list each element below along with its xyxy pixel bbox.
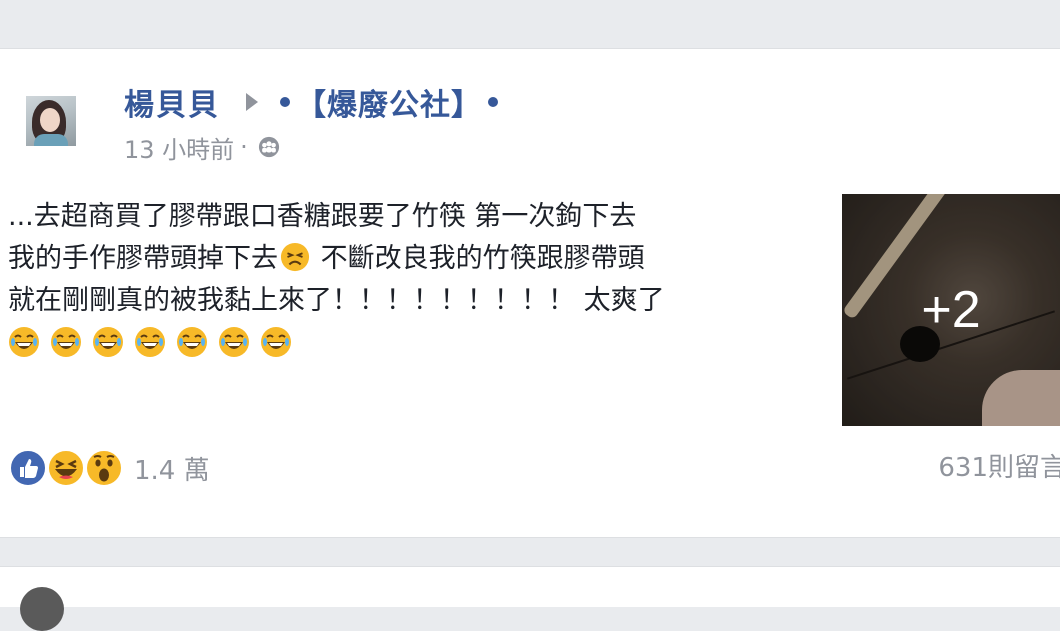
laughing-emoji [51, 327, 81, 357]
post-text-line: 就在剛剛真的被我黏上來了！！！！！！！！！ 太爽了 [8, 285, 665, 316]
comment-count[interactable]: 631則留言 [938, 448, 1060, 488]
post-text-line: 我的手作膠帶頭掉下去 不斷改良我的竹筷跟膠帶頭 [8, 238, 808, 280]
next-author-avatar[interactable] [20, 587, 64, 631]
like-icon [9, 449, 47, 487]
post-text-line: ...去超商買了膠帶跟口香糖跟要了竹筷 第一次鉤下去 [8, 201, 637, 232]
tired-face-emoji [280, 242, 310, 272]
laughing-emoji [177, 327, 207, 357]
post-meta: 13 小時前 · [124, 130, 280, 164]
post-photo[interactable]: +2 [842, 194, 1060, 426]
laughing-emoji [93, 327, 123, 357]
reactions-summary[interactable]: 1.4 萬 [8, 448, 210, 488]
group-icon [258, 136, 279, 158]
post-text-segment: 我的手作膠帶頭掉下去 [8, 243, 278, 274]
meta-separator: · [240, 133, 248, 161]
post-body: ...去超商買了膠帶跟口香糖跟要了竹筷 第一次鉤下去 我的手作膠帶頭掉下去 不斷… [8, 196, 808, 358]
author-avatar[interactable] [26, 96, 76, 146]
more-photos-count[interactable]: +2 [842, 194, 1060, 426]
laughing-emoji [135, 327, 165, 357]
feed-gap [0, 0, 1060, 48]
post-text-segment: 不斷改良我的竹筷跟膠帶頭 [312, 243, 645, 274]
next-feed-post [0, 566, 1060, 631]
haha-icon [47, 449, 85, 487]
post-timestamp[interactable]: 13 小時前 [124, 130, 234, 165]
reaction-count[interactable]: 1.4 萬 [134, 450, 210, 487]
post-header: 楊貝貝 【爆廢公社】 [124, 80, 504, 124]
bullet-icon [488, 97, 498, 107]
wow-icon [85, 449, 123, 487]
author-name[interactable]: 楊貝貝 [124, 80, 220, 124]
laughing-emoji [219, 327, 249, 357]
bullet-icon [280, 97, 290, 107]
caret-right-icon [246, 93, 258, 111]
laughing-emoji [9, 327, 39, 357]
laughing-emoji [261, 327, 291, 357]
group-name[interactable]: 【爆廢公社】 [296, 80, 482, 124]
laughing-emoji-row [8, 326, 808, 358]
